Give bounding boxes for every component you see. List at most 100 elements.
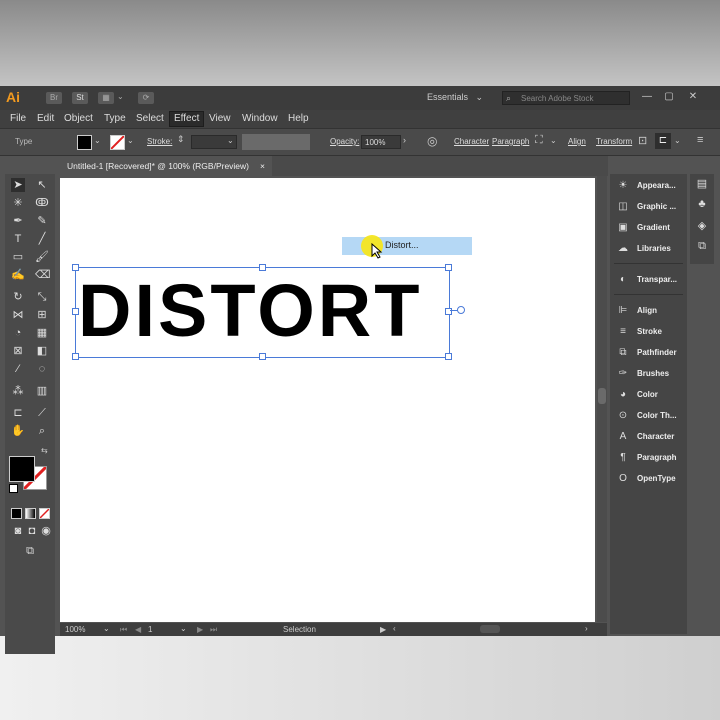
resize-handle[interactable] (445, 353, 452, 360)
menu-view[interactable]: View (209, 113, 231, 124)
workspace-switcher[interactable]: Essentials ⌄ (427, 92, 483, 103)
properties-icon[interactable]: ▤ (695, 177, 709, 191)
draw-behind-icon[interactable]: ◘ (25, 524, 39, 538)
symbols-icon[interactable]: ♣ (695, 197, 709, 211)
chevron-down-icon[interactable]: ⌄ (180, 624, 187, 633)
draw-inside-icon[interactable]: ◉ (39, 524, 53, 538)
rectangle-tool-icon[interactable]: ▭ (11, 250, 25, 264)
paragraph-link[interactable]: Paragraph (492, 137, 529, 146)
color-mode-icon[interactable] (11, 508, 22, 519)
resize-handle[interactable] (445, 264, 452, 271)
zoom-tool-icon[interactable]: ⌕ (35, 424, 49, 438)
scroll-thumb[interactable] (598, 388, 606, 404)
shape-builder-tool-icon[interactable]: ◔ (11, 326, 25, 340)
panel-stroke[interactable]: ≡ Stroke (610, 322, 687, 342)
stroke-label[interactable]: Stroke: (147, 137, 172, 146)
character-link[interactable]: Character (454, 137, 489, 146)
draw-normal-icon[interactable]: ◙ (11, 524, 25, 538)
anchor-tools-icon[interactable]: ⊏ (655, 133, 671, 149)
lasso-tool-icon[interactable]: ↂ (35, 196, 49, 210)
isolate-icon[interactable]: ⊡ (638, 134, 647, 147)
selection-bounding-box[interactable] (75, 267, 450, 358)
panel-appearance[interactable]: ☀ Appeara... (610, 176, 687, 196)
maximize-button[interactable]: ▢ (659, 89, 679, 105)
slice-tool-icon[interactable]: ⟋ (35, 406, 49, 420)
default-colors-icon[interactable] (9, 484, 18, 493)
envelope-warp-icon[interactable]: ⛶ (535, 134, 543, 147)
opacity-field[interactable]: 100% (361, 135, 401, 149)
panel-transparency[interactable]: ◐ Transpar... (610, 270, 687, 290)
text-out-port[interactable] (457, 306, 465, 314)
panel-libraries[interactable]: ☁ Libraries (610, 239, 687, 259)
chevron-down-icon[interactable]: ⌄ (550, 136, 557, 145)
chevron-down-icon[interactable]: ⌄ (674, 136, 681, 145)
scroll-right-icon[interactable]: › (585, 624, 588, 633)
close-button[interactable]: ✕ (683, 89, 703, 105)
menu-effect[interactable]: Effect (169, 111, 205, 127)
artboard-tool-icon[interactable]: ⊏ (11, 406, 25, 420)
panel-gradient[interactable]: ▣ Gradient (610, 218, 687, 238)
free-transform-tool-icon[interactable]: ⊞ (35, 308, 49, 322)
transform-link[interactable]: Transform (596, 137, 632, 146)
first-artboard-icon[interactable]: ⏮ (120, 625, 127, 635)
resize-handle[interactable] (72, 308, 79, 315)
menu-select[interactable]: Select (136, 113, 164, 124)
magic-wand-tool-icon[interactable]: ✳ (11, 196, 25, 210)
menu-type[interactable]: Type (104, 113, 126, 124)
swap-colors-icon[interactable]: ⇆ (41, 446, 48, 455)
artboards-icon[interactable]: ⧉ (695, 239, 709, 253)
stroke-swatch[interactable] (110, 135, 125, 150)
panel-paragraph[interactable]: ¶ Paragraph (610, 448, 687, 468)
gpu-performance-icon[interactable]: ⟳ (138, 92, 154, 104)
document-tab[interactable]: Untitled-1 [Recovered]* @ 100% (RGB/Prev… (60, 156, 272, 176)
chevron-down-icon[interactable]: ⌄ (103, 624, 110, 633)
column-graph-tool-icon[interactable]: ▥ (35, 384, 49, 398)
horizontal-scroll-thumb[interactable] (480, 625, 500, 633)
panel-character[interactable]: A Character (610, 427, 687, 447)
stock-icon[interactable]: St (72, 92, 88, 104)
minimize-button[interactable]: — (637, 89, 657, 105)
chevron-right-icon[interactable]: › (403, 135, 406, 145)
canvas-area[interactable]: DISTORT Distort... (60, 176, 607, 622)
panel-color-themes[interactable]: ⊙ Color Th... (610, 406, 687, 426)
status-tool[interactable]: Selection (283, 625, 316, 634)
chevron-down-icon[interactable]: ⌄ (117, 92, 124, 101)
panel-align[interactable]: ⊫ Align (610, 301, 687, 321)
menu-file[interactable]: File (10, 113, 26, 124)
eraser-tool-icon[interactable]: ⌫ (35, 268, 51, 282)
scroll-left-icon[interactable]: ‹ (393, 624, 396, 633)
perspective-grid-tool-icon[interactable]: ▦ (35, 326, 49, 340)
blend-tool-icon[interactable]: ◌ (35, 362, 49, 376)
line-tool-icon[interactable]: ╱ (35, 232, 49, 246)
prev-artboard-icon[interactable]: ◀ (135, 625, 141, 634)
arrange-documents-icon[interactable]: ▦ (98, 92, 114, 104)
panel-color[interactable]: ◕ Color (610, 385, 687, 405)
selection-tool-icon[interactable]: ➤ (11, 178, 25, 192)
panel-opentype[interactable]: O OpenType (610, 469, 687, 489)
artboard[interactable]: DISTORT Distort... (60, 178, 595, 622)
status-menu-arrow-icon[interactable]: ▶ (380, 625, 386, 634)
gradient-mode-icon[interactable] (25, 508, 36, 519)
panel-menu-icon[interactable]: ≡ (697, 134, 703, 146)
recolor-icon[interactable]: ◎ (427, 134, 437, 148)
stock-search-input[interactable]: Search Adobe Stock (502, 91, 630, 105)
rotate-tool-icon[interactable]: ↻ (11, 290, 25, 304)
curvature-tool-icon[interactable]: ✎ (35, 214, 49, 228)
chevron-down-icon[interactable]: ⌄ (127, 136, 134, 145)
shaper-tool-icon[interactable]: ✍ (11, 268, 25, 282)
pen-tool-icon[interactable]: ✒ (11, 214, 25, 228)
resize-handle[interactable] (72, 264, 79, 271)
width-tool-icon[interactable]: ⋈ (11, 308, 25, 322)
screen-mode-icon[interactable]: ⧉ (23, 544, 37, 558)
resize-handle[interactable] (259, 264, 266, 271)
type-tool-icon[interactable]: T (11, 232, 25, 246)
bridge-icon[interactable]: Br (46, 92, 62, 104)
hand-tool-icon[interactable]: ✋ (11, 424, 25, 438)
panel-brushes[interactable]: ✑ Brushes (610, 364, 687, 384)
fill-swatch[interactable] (77, 135, 92, 150)
resize-handle[interactable] (259, 353, 266, 360)
resize-handle[interactable] (72, 353, 79, 360)
chevron-down-icon[interactable]: ⌄ (94, 136, 101, 145)
next-artboard-icon[interactable]: ▶ (197, 625, 203, 634)
zoom-level[interactable]: 100% (65, 625, 85, 634)
